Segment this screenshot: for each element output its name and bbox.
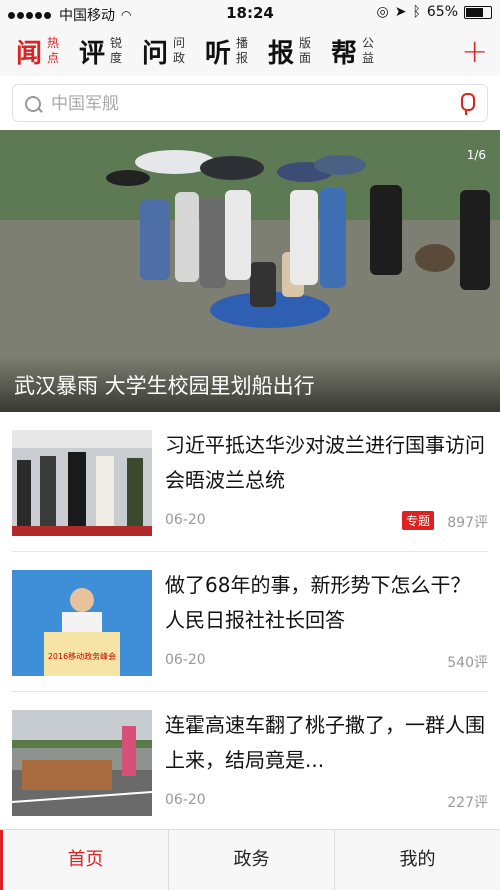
nav-item-label: 锐度 (110, 36, 123, 65)
nav-item-listen[interactable]: 听 播报 (203, 33, 252, 70)
bluetooth-icon: ᛒ (412, 4, 421, 20)
nav-item-inquiry[interactable]: 问 问政 (140, 33, 189, 70)
news-date: 06-20 (165, 652, 206, 668)
news-date: 06-20 (165, 512, 206, 528)
nav-item-paper[interactable]: 报 版面 (266, 33, 315, 70)
hero-caption-overlay: 武汉暴雨 大学生校园里划船出行 (0, 356, 500, 412)
nav-item-label: 播报 (236, 36, 249, 65)
hero-carousel[interactable]: 1/6 武汉暴雨 大学生校园里划船出行 (0, 130, 500, 412)
category-nav: 闻 热点 评 锐度 问 问政 听 播报 报 版面 帮 公益 + (0, 26, 500, 76)
news-date: 06-20 (165, 792, 206, 808)
tab-home[interactable]: 首页 (0, 830, 168, 890)
carousel-counter: 1/6 (466, 148, 486, 162)
nav-item-char: 帮 (330, 38, 357, 69)
nav-item-char: 报 (267, 38, 294, 69)
comment-count: 897评 (447, 515, 488, 531)
podium-banner-text: 2016移动政务峰会 (47, 652, 117, 661)
news-thumbnail (12, 430, 152, 536)
topic-badge: 专题 (401, 511, 434, 530)
news-thumbnail (12, 710, 152, 816)
status-bar: 中国移动 ◠ 18:24 ◎ ➤ ᛒ 65% (0, 0, 500, 26)
microphone-icon[interactable] (461, 93, 475, 115)
search-icon (25, 96, 41, 112)
nav-item-char: 闻 (15, 38, 42, 69)
hero-caption: 武汉暴雨 大学生校园里划船出行 (14, 374, 315, 398)
nav-item-char: 听 (204, 38, 231, 69)
location-icon: ➤ (394, 4, 407, 20)
nav-item-commentary[interactable]: 评 锐度 (77, 33, 126, 70)
lock-rotation-icon: ◎ (376, 4, 389, 20)
bottom-tab-bar: 首页 政务 我的 (0, 829, 500, 890)
news-title: 连霍高速车翻了桃子撒了，一群人围上来，结局竟是... (165, 713, 485, 772)
news-title: 做了68年的事，新形势下怎么干？人民日报社社长回答 (165, 573, 471, 632)
nav-item-label: 公益 (362, 36, 375, 65)
nav-item-hot[interactable]: 闻 热点 (14, 33, 63, 70)
add-channel-button[interactable]: + (461, 32, 488, 70)
nav-item-char: 评 (78, 38, 105, 69)
search-input[interactable] (49, 91, 443, 117)
tab-mine[interactable]: 我的 (334, 830, 500, 890)
nav-item-help[interactable]: 帮 公益 (329, 33, 378, 70)
news-item[interactable]: 连霍高速车翻了桃子撒了，一群人围上来，结局竟是... 06-20 227评 (0, 692, 500, 832)
nav-item-label: 热点 (47, 36, 60, 65)
comment-count: 540评 (447, 655, 488, 671)
nav-item-char: 问 (141, 38, 168, 69)
news-item[interactable]: 习近平抵达华沙对波兰进行国事访问 会晤波兰总统 06-20 专题 897评 (0, 412, 500, 552)
battery-icon (464, 5, 492, 19)
nav-item-label: 版面 (299, 36, 312, 65)
news-title: 习近平抵达华沙对波兰进行国事访问 会晤波兰总统 (165, 433, 485, 492)
search-bar[interactable] (12, 84, 488, 122)
news-thumbnail: 2016移动政务峰会 (12, 570, 152, 676)
comment-count: 227评 (447, 795, 488, 811)
battery-percent: 65% (426, 4, 458, 20)
nav-item-label: 问政 (173, 36, 186, 65)
tab-government[interactable]: 政务 (168, 830, 334, 890)
news-item[interactable]: 2016移动政务峰会 做了68年的事，新形势下怎么干？人民日报社社长回答 06-… (0, 552, 500, 692)
